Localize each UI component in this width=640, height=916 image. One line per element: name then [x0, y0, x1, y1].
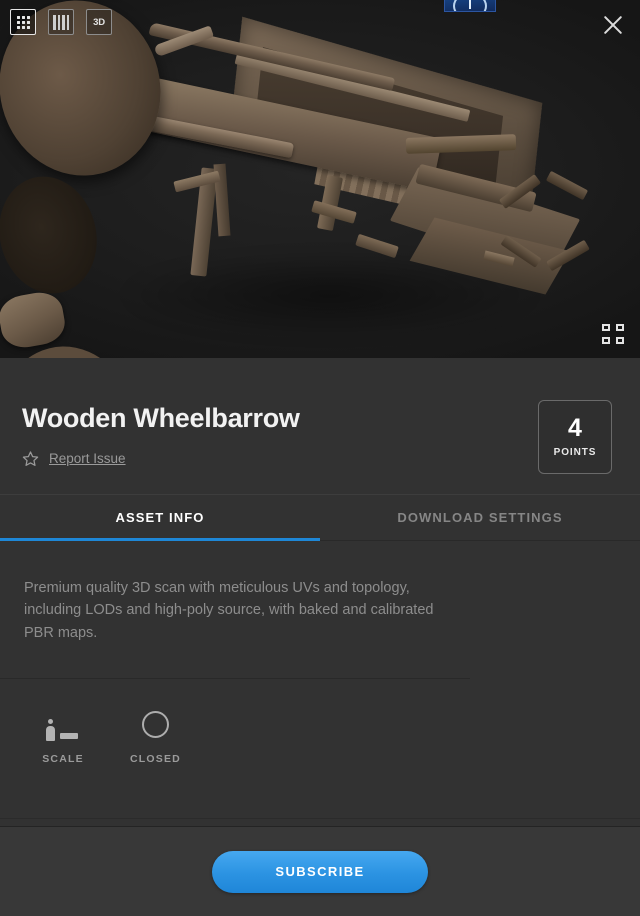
tab-bar[interactable]: ASSET INFO DOWNLOAD SETTINGS [0, 494, 640, 541]
3d-icon: 3D [93, 16, 105, 28]
points-badge[interactable]: 4 POINTS [538, 400, 612, 474]
columns-icon [53, 14, 69, 30]
scale-person-icon [40, 707, 86, 742]
fullscreen-icon[interactable] [602, 324, 624, 344]
meta-row: Report Issue [22, 450, 300, 467]
page-title: Wooden Wheelbarrow [22, 403, 300, 433]
view-mode-grid-button[interactable] [10, 9, 36, 35]
attribute-list: SCALE CLOSED [0, 679, 640, 820]
close-icon[interactable] [600, 12, 626, 38]
attribute-closed: CLOSED [130, 707, 181, 818]
attribute-scale: SCALE [40, 707, 86, 818]
wheel-spoke-2 [545, 170, 589, 201]
points-label: POINTS [553, 447, 597, 458]
wheelbarrow-model[interactable] [0, 0, 640, 358]
points-value: 4 [568, 414, 582, 442]
view-mode-3d-button[interactable]: 3D [86, 9, 112, 35]
star-icon[interactable] [22, 450, 39, 467]
wheel-opening [0, 166, 109, 304]
model-viewer[interactable]: 3D [0, 0, 640, 358]
footer-bar: SUBSCRIBE [0, 826, 640, 916]
attribute-scale-label: SCALE [42, 753, 84, 766]
brand-logo-icon[interactable] [444, 0, 496, 12]
tab-asset-info[interactable]: ASSET INFO [0, 495, 320, 541]
grid-icon [16, 15, 30, 29]
view-mode-toolbar[interactable]: 3D [10, 9, 112, 35]
subscribe-button[interactable]: SUBSCRIBE [212, 850, 428, 893]
title-row: Wooden Wheelbarrow Report Issue 4 POINTS [0, 358, 640, 494]
tab-download-settings[interactable]: DOWNLOAD SETTINGS [320, 495, 640, 540]
asset-detail-panel: 3D Wooden Wheelbarrow Report Issue 4 POI… [0, 0, 640, 916]
wheel-hub [0, 288, 69, 352]
view-mode-columns-button[interactable] [48, 9, 74, 35]
attribute-closed-label: CLOSED [130, 753, 181, 766]
circle-closed-icon [132, 707, 178, 741]
asset-description: Premium quality 3D scan with meticulous … [0, 541, 470, 680]
asset-info-section: Wooden Wheelbarrow Report Issue 4 POINTS… [0, 358, 640, 826]
report-issue-link[interactable]: Report Issue [49, 451, 126, 466]
